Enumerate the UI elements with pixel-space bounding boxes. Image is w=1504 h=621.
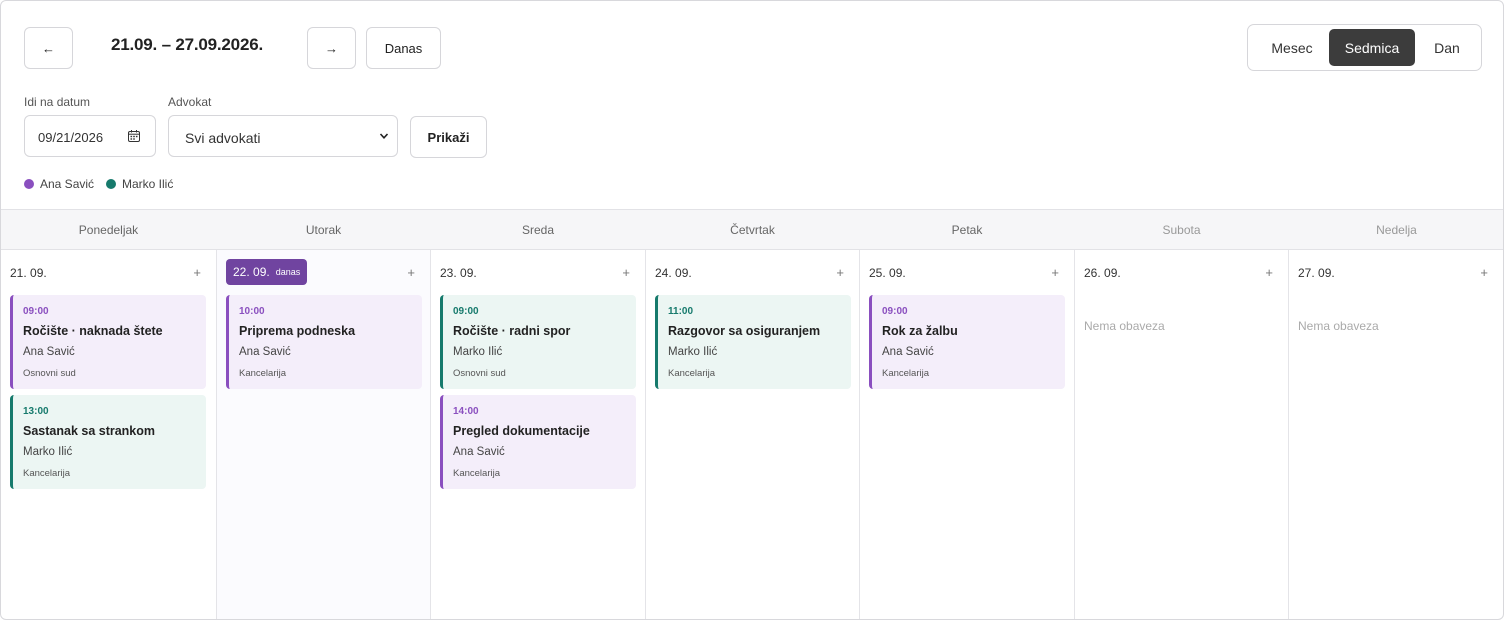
lawyer-select-value: Svi advokati — [185, 130, 261, 146]
event-card[interactable]: 11:00 Razgovor sa osiguranjem Marko Ilić… — [655, 295, 851, 389]
legend-dot — [106, 179, 116, 189]
day-number: 25. 09. — [869, 266, 906, 280]
event-person: Ana Savić — [239, 346, 291, 358]
event-card[interactable]: 09:00 Ročište · radni spor Marko Ilić Os… — [440, 295, 636, 389]
event-location: Kancelarija — [23, 468, 70, 479]
event-person: Marko Ilić — [23, 446, 73, 458]
no-events-text: Nema obaveza — [1298, 319, 1379, 333]
day-number: 24. 09. — [655, 266, 692, 280]
event-location: Kancelarija — [239, 368, 286, 379]
date-field-value: 09/21/2026 — [38, 130, 104, 145]
calendar-panel: ← 21.09. – 27.09.2026. → Danas Mesec Sed… — [0, 0, 1504, 620]
event-title: Rok za žalbu — [882, 324, 958, 338]
next-week-button[interactable]: → — [307, 27, 356, 69]
event-person: Marko Ilić — [453, 346, 503, 358]
event-time: 09:00 — [23, 306, 49, 317]
today-badge: 22. 09. danas — [226, 259, 308, 285]
arrow-right-icon: → — [325, 40, 338, 56]
weekday-label: Četvrtak — [730, 223, 775, 237]
date-range-title: 21.09. – 27.09.2026. — [111, 35, 263, 54]
event-time: 09:00 — [453, 306, 479, 317]
event-person: Ana Savić — [882, 346, 934, 358]
legend-dot — [24, 179, 34, 189]
event-location: Kancelarija — [668, 368, 715, 379]
event-card[interactable]: 09:00 Rok za žalbu Ana Savić Kancelarija — [869, 295, 1065, 389]
weekday-label: Petak — [951, 223, 983, 237]
today-button[interactable]: Danas — [366, 27, 441, 69]
day-column-monday[interactable]: 21. 09. + 09:00 Ročište · naknada štete … — [1, 250, 217, 619]
event-time: 14:00 — [453, 406, 479, 417]
event-time: 10:00 — [239, 306, 265, 317]
event-card[interactable]: 14:00 Pregled dokumentacije Ana Savić Ka… — [440, 395, 636, 489]
legend-label: Ana Savić — [40, 177, 95, 191]
event-person: Ana Savić — [23, 346, 75, 358]
day-number: 26. 09. — [1084, 266, 1121, 280]
weekday-header: Ponedeljak Utorak Sreda Četvrtak Petak S… — [1, 209, 1503, 250]
add-event-button[interactable]: + — [193, 265, 201, 280]
view-week-button[interactable]: Sedmica — [1329, 29, 1415, 66]
day-column-thursday[interactable]: 24. 09. + 11:00 Razgovor sa osiguranjem … — [646, 250, 860, 619]
weekday-label: Subota — [1162, 223, 1201, 237]
today-tag: danas — [275, 267, 301, 277]
event-title: Ročište · radni spor — [453, 324, 571, 338]
weekday-label: Sreda — [521, 223, 555, 237]
chevron-down-icon — [379, 133, 389, 139]
no-events-text: Nema obaveza — [1084, 319, 1165, 333]
add-event-button[interactable]: + — [622, 265, 630, 280]
event-person: Marko Ilić — [668, 346, 718, 358]
day-number: 23. 09. — [440, 266, 477, 280]
day-column-friday[interactable]: 25. 09. + 09:00 Rok za žalbu Ana Savić K… — [860, 250, 1075, 619]
view-day-button[interactable]: Dan — [1416, 29, 1478, 66]
view-switch: Mesec Sedmica Dan — [1247, 24, 1482, 71]
event-title: Ročište · naknada štete — [23, 324, 163, 338]
event-time: 13:00 — [23, 406, 49, 417]
legend-label: Marko Ilić — [122, 177, 174, 191]
event-title: Razgovor sa osiguranjem — [668, 324, 821, 338]
legend-item-marko: Marko Ilić — [106, 177, 173, 191]
lawyer-select[interactable]: Svi advokati — [168, 115, 398, 157]
event-time: 11:00 — [668, 306, 694, 317]
add-event-button[interactable]: + — [407, 265, 415, 280]
calendar-icon[interactable] — [128, 130, 140, 142]
day-column-wednesday[interactable]: 23. 09. + 09:00 Ročište · radni spor Mar… — [431, 250, 646, 619]
weekday-label: Ponedeljak — [78, 223, 139, 237]
add-event-button[interactable]: + — [836, 265, 844, 280]
date-field-label: Idi na datum — [24, 95, 91, 109]
day-column-saturday[interactable]: 26. 09. + Nema obaveza — [1075, 250, 1289, 619]
add-event-button[interactable]: + — [1480, 265, 1488, 280]
legend-item-ana: Ana Savić — [24, 177, 94, 191]
event-location: Osnovni sud — [453, 368, 506, 379]
show-button[interactable]: Prikaži — [410, 116, 487, 158]
event-title: Priprema podneska — [239, 324, 356, 338]
event-location: Kancelarija — [453, 468, 500, 479]
weekday-label: Utorak — [305, 223, 342, 237]
today-button-label: Danas — [384, 40, 423, 56]
view-month-button[interactable]: Mesec — [1256, 29, 1328, 66]
day-number: 22. 09. — [233, 265, 270, 279]
event-time: 09:00 — [882, 306, 908, 317]
event-card[interactable]: 10:00 Priprema podneska Ana Savić Kancel… — [226, 295, 422, 389]
event-title: Pregled dokumentacije — [453, 424, 590, 438]
show-button-label: Prikaži — [427, 129, 470, 145]
weekday-label: Nedelja — [1376, 223, 1417, 237]
day-number: 21. 09. — [10, 266, 47, 280]
day-column-sunday[interactable]: 27. 09. + Nema obaveza — [1289, 250, 1503, 619]
lawyer-field-label: Advokat — [168, 95, 212, 109]
day-number: 27. 09. — [1298, 266, 1335, 280]
arrow-left-icon: ← — [42, 40, 55, 56]
add-event-button[interactable]: + — [1265, 265, 1273, 280]
event-card[interactable]: 09:00 Ročište · naknada štete Ana Savić … — [10, 295, 206, 389]
day-column-tuesday[interactable]: 22. 09. danas + 10:00 Priprema podneska … — [217, 250, 431, 619]
event-card[interactable]: 13:00 Sastanak sa strankom Marko Ilić Ka… — [10, 395, 206, 489]
event-location: Kancelarija — [882, 368, 929, 379]
date-field[interactable]: 09/21/2026 — [24, 115, 156, 157]
prev-week-button[interactable]: ← — [24, 27, 73, 69]
event-location: Osnovni sud — [23, 368, 76, 379]
add-event-button[interactable]: + — [1051, 265, 1059, 280]
event-title: Sastanak sa strankom — [23, 424, 156, 438]
event-person: Ana Savić — [453, 446, 505, 458]
